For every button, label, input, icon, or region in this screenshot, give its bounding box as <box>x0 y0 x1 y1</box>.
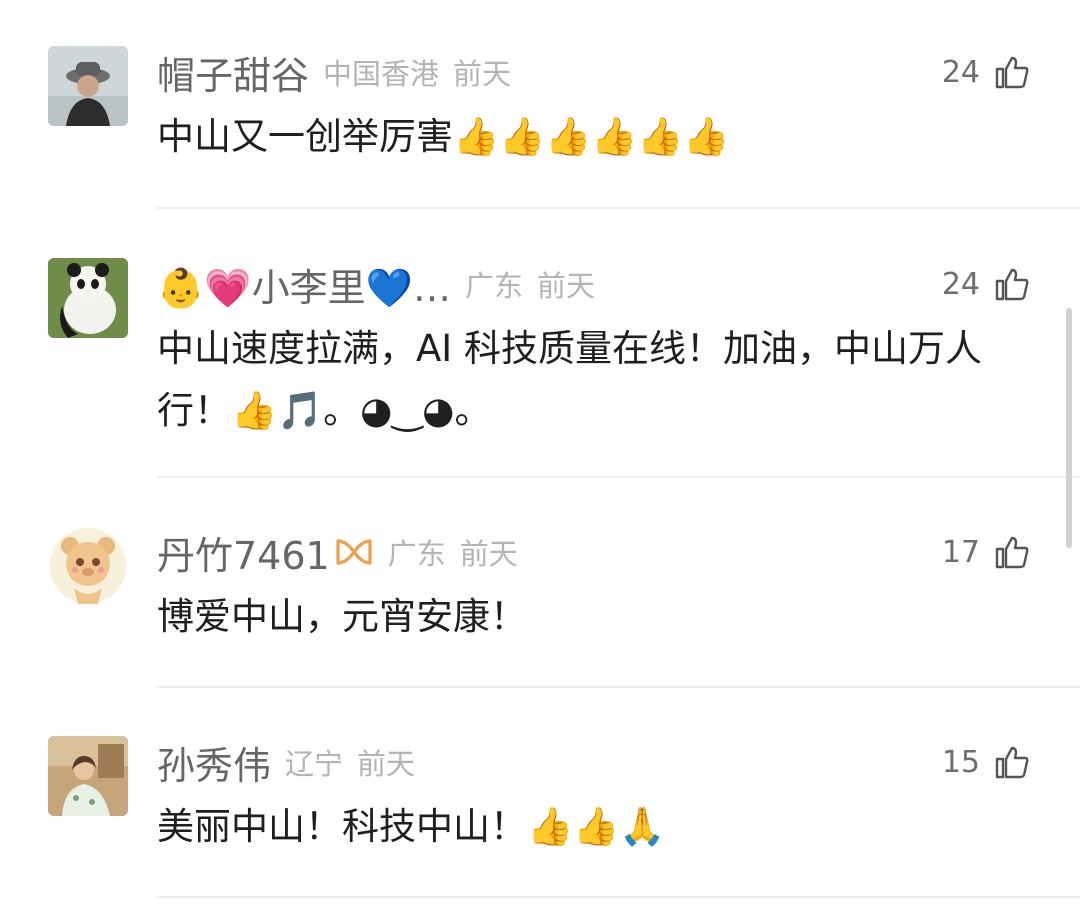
like-count: 17 <box>941 534 980 570</box>
divider <box>157 207 1080 209</box>
thumbs-up-icon[interactable] <box>994 54 1030 90</box>
time-text: 前天 <box>536 269 595 303</box>
scrollbar[interactable] <box>1066 308 1072 548</box>
orange-infinity-badge-icon <box>336 539 372 565</box>
like-button[interactable]: 24 <box>942 48 1030 96</box>
like-button[interactable]: 24 <box>942 260 1030 308</box>
like-count: 24 <box>941 266 980 302</box>
comment-text: 博爱中山，元宵安康！ <box>157 595 527 638</box>
comment-text: 中山速度拉满，AI 科技质量在线！加油，中山万人行！👍🎵。◕‿◕。 <box>157 327 982 432</box>
like-button[interactable]: 15 <box>942 738 1030 786</box>
location-text: 广东 <box>387 537 446 571</box>
location-text: 广东 <box>464 269 523 303</box>
divider <box>157 896 1080 898</box>
person-hat-avatar-icon <box>48 46 128 126</box>
time-text: 前天 <box>453 57 512 91</box>
avatar[interactable] <box>48 258 128 338</box>
comment-item: 帽子甜谷 中国香港 前天 24 中山又一创举厉害👍👍👍👍👍👍 <box>0 44 1060 174</box>
avatar[interactable] <box>48 526 128 606</box>
comment-header: 孙秀伟 辽宁 前天 <box>157 734 415 790</box>
cartoon-bear-avatar-icon <box>50 528 126 604</box>
panda-avatar-icon <box>48 258 128 338</box>
username[interactable]: 丹竹7461 <box>157 525 330 580</box>
location-text: 辽宁 <box>285 747 344 781</box>
comment-header: 丹竹7461 广东 前天 <box>157 524 518 580</box>
avatar[interactable] <box>48 46 128 126</box>
time-text: 前天 <box>459 537 518 571</box>
comment-item: 孙秀伟 辽宁 前天 15 美丽中山！科技中山！👍👍🙏 <box>0 734 1060 864</box>
divider <box>157 686 1080 688</box>
comment-item: 👶💗小李里💙… 广东 前天 24 中山速度拉满，AI 科技质量在线！加油，中山万… <box>0 256 1060 436</box>
thumbs-up-icon[interactable] <box>994 266 1030 302</box>
thumbs-up-icon[interactable] <box>994 534 1030 570</box>
divider <box>157 476 1080 478</box>
username[interactable]: 👶💗小李里💙… <box>157 257 451 312</box>
avatar[interactable] <box>48 736 128 816</box>
thumbs-up-icon[interactable] <box>994 744 1030 780</box>
like-count: 24 <box>941 54 980 90</box>
comment-text: 中山又一创举厉害👍👍👍👍👍👍 <box>157 115 730 158</box>
woman-photo-avatar-icon <box>48 736 128 816</box>
comment-text: 美丽中山！科技中山！👍👍🙏 <box>157 805 666 848</box>
like-button[interactable]: 17 <box>942 528 1030 576</box>
like-count: 15 <box>941 744 980 780</box>
time-text: 前天 <box>357 747 416 781</box>
username[interactable]: 帽子甜谷 <box>157 45 309 100</box>
comment-header: 帽子甜谷 中国香港 前天 <box>157 44 511 100</box>
comment-header: 👶💗小李里💙… 广东 前天 <box>157 256 595 312</box>
location-text: 中国香港 <box>323 57 440 91</box>
comment-item: 丹竹7461 广东 前天 17 博爱中山，元宵安康！ <box>0 524 1060 654</box>
username[interactable]: 孙秀伟 <box>157 735 271 790</box>
